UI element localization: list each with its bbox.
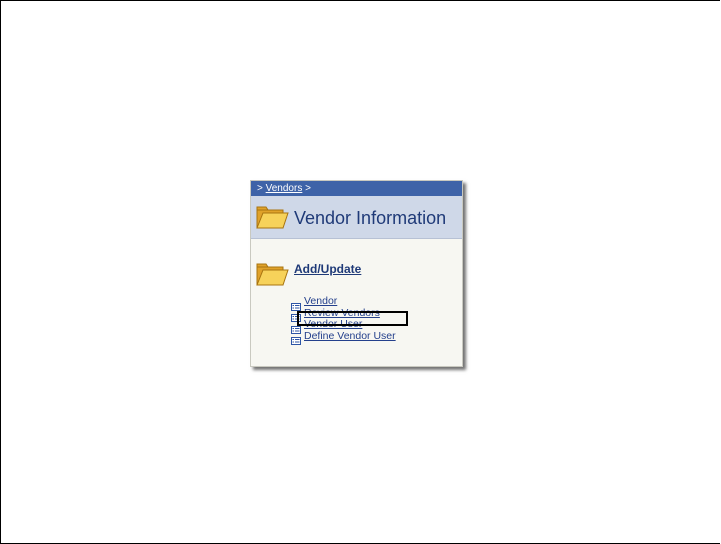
page-list-icon <box>291 332 301 346</box>
link-vendor[interactable]: Vendor <box>304 296 337 307</box>
breadcrumb-link-vendors[interactable]: Vendors <box>266 183 303 194</box>
breadcrumb-separator: > <box>257 183 263 194</box>
list-item: Define Vendor User <box>291 330 396 346</box>
breadcrumb: > Vendors > <box>251 181 462 196</box>
link-define-vendor-user[interactable]: Define Vendor User <box>304 330 396 342</box>
vendor-menu-panel: > Vendors > Vendor Information Add/Updat… <box>250 180 463 367</box>
breadcrumb-separator: > <box>305 183 311 194</box>
folder-icon <box>255 259 289 294</box>
page-title: Vendor Information <box>294 208 447 228</box>
page-header: Vendor Information <box>251 196 462 239</box>
add-update-link[interactable]: Add/Update <box>294 262 361 276</box>
highlight-box <box>297 311 408 326</box>
page-list-icon <box>291 298 301 311</box>
folder-icon <box>255 202 289 237</box>
list-item: Vendor <box>291 296 396 311</box>
add-update-section: Add/Update Vendor Review Vendors Vendor … <box>251 239 462 365</box>
